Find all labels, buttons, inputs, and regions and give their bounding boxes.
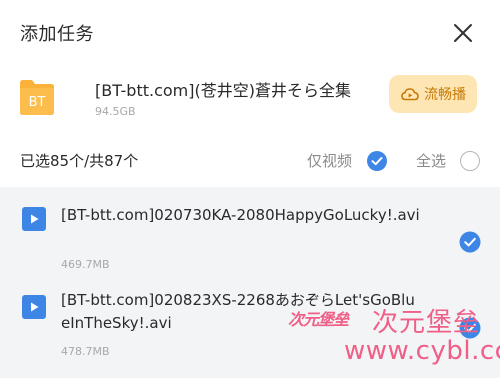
file-name: [BT-btt.com]020730KA-2080HappyGoLucky!.a…	[61, 206, 420, 224]
folder-icon: BT	[20, 80, 54, 115]
file-checkbox[interactable]	[459, 231, 481, 253]
stream-play-label: 流畅播	[424, 87, 466, 103]
play-icon	[31, 302, 39, 312]
dialog-title: 添加任务	[20, 24, 94, 45]
file-row[interactable]: [BT-btt.com]020730KA-2080HappyGoLucky!.a…	[0, 195, 500, 283]
video-file-icon	[22, 207, 46, 231]
video-file-icon	[22, 295, 46, 319]
file-size: 478.7MB	[61, 345, 110, 358]
folder-label: BT	[29, 95, 46, 110]
video-only-label[interactable]: 仅视频	[307, 150, 352, 171]
task-size: 94.5GB	[95, 105, 136, 118]
play-icon	[31, 214, 39, 224]
file-row[interactable]: [BT-btt.com]020823XS-2268あおぞらLet'sGoBlue…	[0, 283, 500, 371]
video-only-checkbox[interactable]	[367, 151, 387, 171]
task-name: [BT-btt.com](苍井空)蒼井そら全集	[95, 81, 351, 100]
cloud-play-icon	[401, 88, 419, 101]
select-all-checkbox[interactable]	[460, 151, 480, 171]
selected-count: 已选85个/共87个	[20, 152, 139, 170]
file-checkbox[interactable]	[459, 317, 481, 339]
file-size: 469.7MB	[61, 258, 110, 271]
file-name: [BT-btt.com]020823XS-2268あおぞらLet'sGoBlue…	[61, 291, 415, 332]
select-all-label[interactable]: 全选	[416, 150, 446, 171]
close-icon[interactable]	[452, 22, 474, 44]
stream-play-button[interactable]: 流畅播	[389, 75, 477, 113]
